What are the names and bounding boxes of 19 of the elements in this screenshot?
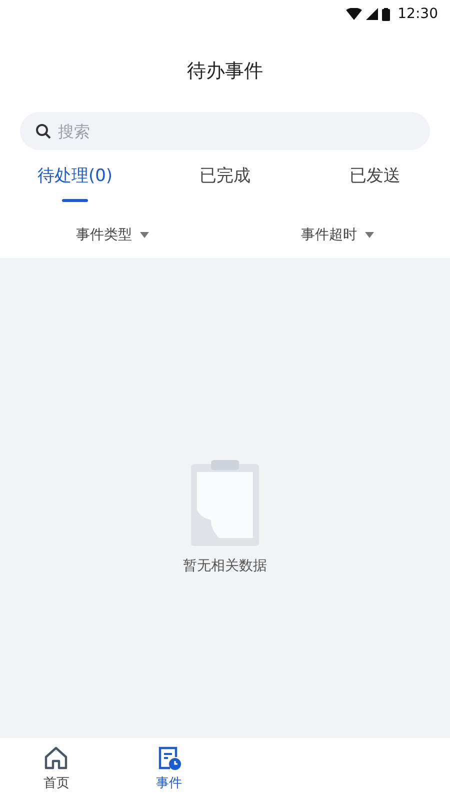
nav-tab[interactable]: 首页 [0,738,112,800]
nav-tab[interactable]: 事件 [112,738,225,800]
filter-dropdown[interactable]: 事件超时 [225,212,450,258]
search-field[interactable]: 搜索 [20,112,430,150]
tab[interactable]: 待处理(0) [37,164,113,190]
tab[interactable]: 已完成 [200,164,250,190]
wifi-icon [346,8,362,20]
page-title: 待办事件 [187,58,263,84]
battery-icon [382,8,390,20]
signal-icon [366,8,378,20]
caret-icon [140,232,149,238]
status-time: 12:30 [398,4,438,24]
home-icon [43,744,70,771]
tab[interactable]: 已发送 [350,164,400,190]
empty-clipboard-icon [191,460,259,546]
caret-icon [365,232,374,238]
search-icon [35,123,51,139]
empty-message: 暂无相关数据 [183,556,267,576]
filter-dropdown[interactable]: 事件类型 [0,212,225,258]
